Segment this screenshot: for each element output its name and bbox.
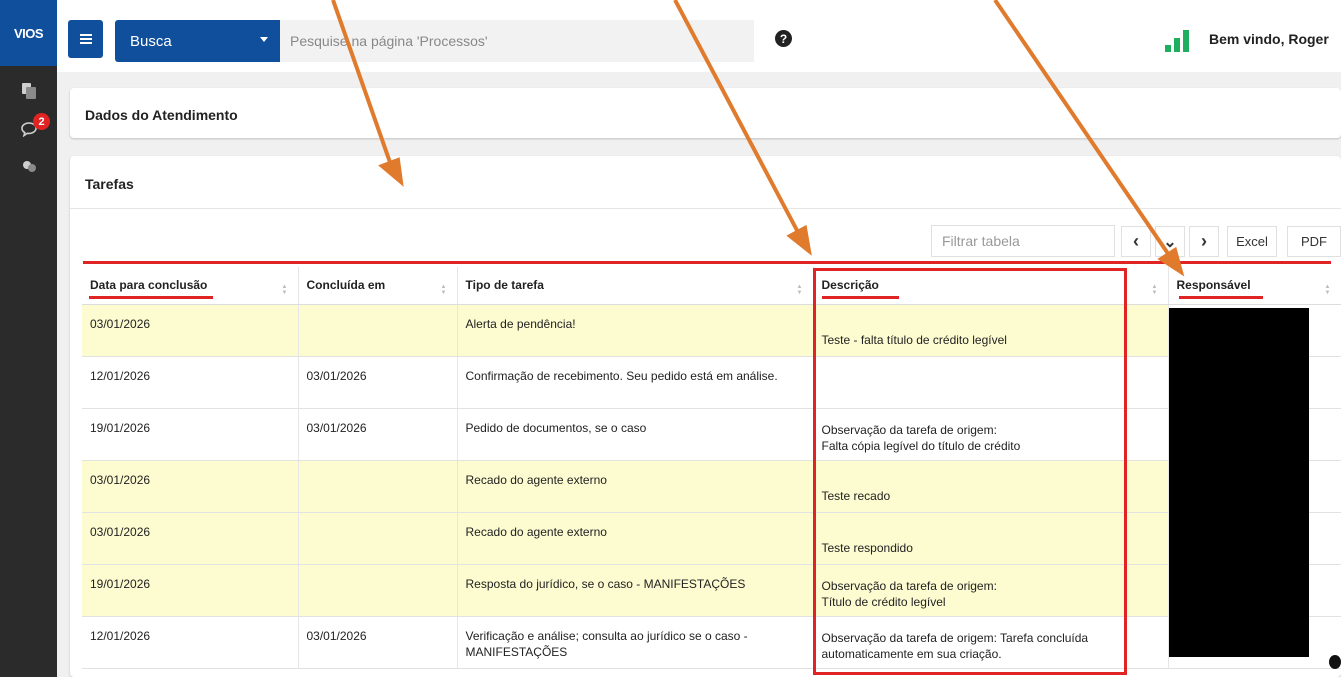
cell-due: 19/01/2026 bbox=[82, 408, 299, 461]
cell-done: 03/01/2026 bbox=[298, 356, 458, 409]
cell-type: Recado do agente externo bbox=[457, 460, 814, 513]
caret-down-icon bbox=[260, 37, 268, 42]
cell-type: Verificação e análise; consulta ao juríd… bbox=[457, 616, 814, 669]
cell-type: Confirmação de recebimento. Seu pedido e… bbox=[457, 356, 814, 409]
redaction-box bbox=[1169, 308, 1309, 657]
col-header-done[interactable]: Concluída em ▲ ▼ bbox=[298, 267, 458, 305]
annotation-underline-due bbox=[89, 296, 213, 299]
pdf-export-button[interactable]: PDF bbox=[1287, 226, 1341, 257]
sort-icon: ▲ ▼ bbox=[281, 284, 288, 296]
sort-icon: ▲ ▼ bbox=[796, 284, 803, 296]
annotation-red-line bbox=[83, 261, 1331, 264]
table-row[interactable]: 03/01/2026 Recado do agente externo Test… bbox=[82, 512, 1341, 565]
search-mode-label: Busca bbox=[130, 32, 172, 50]
annotation-dot bbox=[1329, 655, 1341, 669]
cell-type: Resposta do jurídico, se o caso - MANIFE… bbox=[457, 564, 814, 617]
prev-page-button[interactable]: ‹ bbox=[1121, 226, 1151, 257]
cell-type: Alerta de pendência! bbox=[457, 304, 814, 357]
cell-done: 03/01/2026 bbox=[298, 408, 458, 461]
search-input[interactable] bbox=[280, 20, 754, 62]
cell-done bbox=[298, 564, 458, 617]
cell-done bbox=[298, 304, 458, 357]
chat-badge: 2 bbox=[33, 113, 50, 130]
next-page-button[interactable]: › bbox=[1189, 226, 1219, 257]
sort-icon: ▲ ▼ bbox=[1151, 284, 1158, 296]
panel-divider bbox=[70, 208, 1341, 209]
cell-done bbox=[298, 512, 458, 565]
cell-due: 03/01/2026 bbox=[82, 304, 299, 357]
atendimento-title: Dados do Atendimento bbox=[85, 107, 238, 123]
cell-due: 03/01/2026 bbox=[82, 460, 299, 513]
table-row[interactable]: 19/01/2026 Resposta do jurídico, se o ca… bbox=[82, 564, 1341, 617]
sidebar-users-chat-icon[interactable] bbox=[0, 148, 57, 186]
col-header-type[interactable]: Tipo de tarefa ▲ ▼ bbox=[457, 267, 814, 305]
sidebar-documents-icon[interactable] bbox=[0, 72, 57, 110]
sidebar: VIOS 2 bbox=[0, 0, 57, 677]
table-row[interactable]: 19/01/2026 03/01/2026 Pedido de document… bbox=[82, 408, 1341, 461]
welcome-user[interactable]: Bem vindo, Roger bbox=[1209, 31, 1329, 47]
annotation-red-box bbox=[813, 268, 1127, 675]
cell-due: 12/01/2026 bbox=[82, 356, 299, 409]
signal-bars-icon bbox=[1165, 30, 1189, 52]
table-row[interactable]: 12/01/2026 03/01/2026 Confirmação de rec… bbox=[82, 356, 1341, 409]
tasks-table: Data para conclusão ▲ ▼ Concluída em ▲ ▼ Tip… bbox=[82, 267, 1341, 669]
table-row[interactable]: 03/01/2026 Alerta de pendência! Teste - … bbox=[82, 304, 1341, 357]
collapse-toggle-button[interactable]: ⌄ bbox=[1155, 226, 1185, 257]
atendimento-panel[interactable]: Dados do Atendimento bbox=[70, 88, 1341, 138]
app-logo[interactable]: VIOS bbox=[0, 0, 57, 66]
menu-button[interactable] bbox=[68, 20, 103, 58]
top-bar: Busca ? Bem vindo, Roger bbox=[57, 0, 1341, 72]
table-row[interactable]: 03/01/2026 Recado do agente externo Test… bbox=[82, 460, 1341, 513]
table-row[interactable]: 12/01/2026 03/01/2026 Verificação e anál… bbox=[82, 616, 1341, 669]
cell-due: 03/01/2026 bbox=[82, 512, 299, 565]
hamburger-icon bbox=[79, 34, 92, 44]
sort-icon: ▲ ▼ bbox=[1324, 284, 1331, 296]
cell-type: Pedido de documentos, se o caso bbox=[457, 408, 814, 461]
cell-done: 03/01/2026 bbox=[298, 616, 458, 669]
excel-export-button[interactable]: Excel bbox=[1227, 226, 1277, 257]
tarefas-title: Tarefas bbox=[85, 176, 134, 192]
cell-due: 19/01/2026 bbox=[82, 564, 299, 617]
search-mode-dropdown[interactable]: Busca bbox=[115, 20, 280, 62]
annotation-underline-resp bbox=[1179, 296, 1263, 299]
table-header-row: Data para conclusão ▲ ▼ Concluída em ▲ ▼ Tip… bbox=[82, 267, 1341, 305]
sort-icon: ▲ ▼ bbox=[440, 284, 447, 296]
sidebar-chat-icon[interactable]: 2 bbox=[0, 110, 57, 148]
cell-type: Recado do agente externo bbox=[457, 512, 814, 565]
table-filter-input[interactable] bbox=[931, 225, 1115, 257]
cell-due: 12/01/2026 bbox=[82, 616, 299, 669]
help-icon[interactable]: ? bbox=[775, 30, 792, 47]
cell-done bbox=[298, 460, 458, 513]
